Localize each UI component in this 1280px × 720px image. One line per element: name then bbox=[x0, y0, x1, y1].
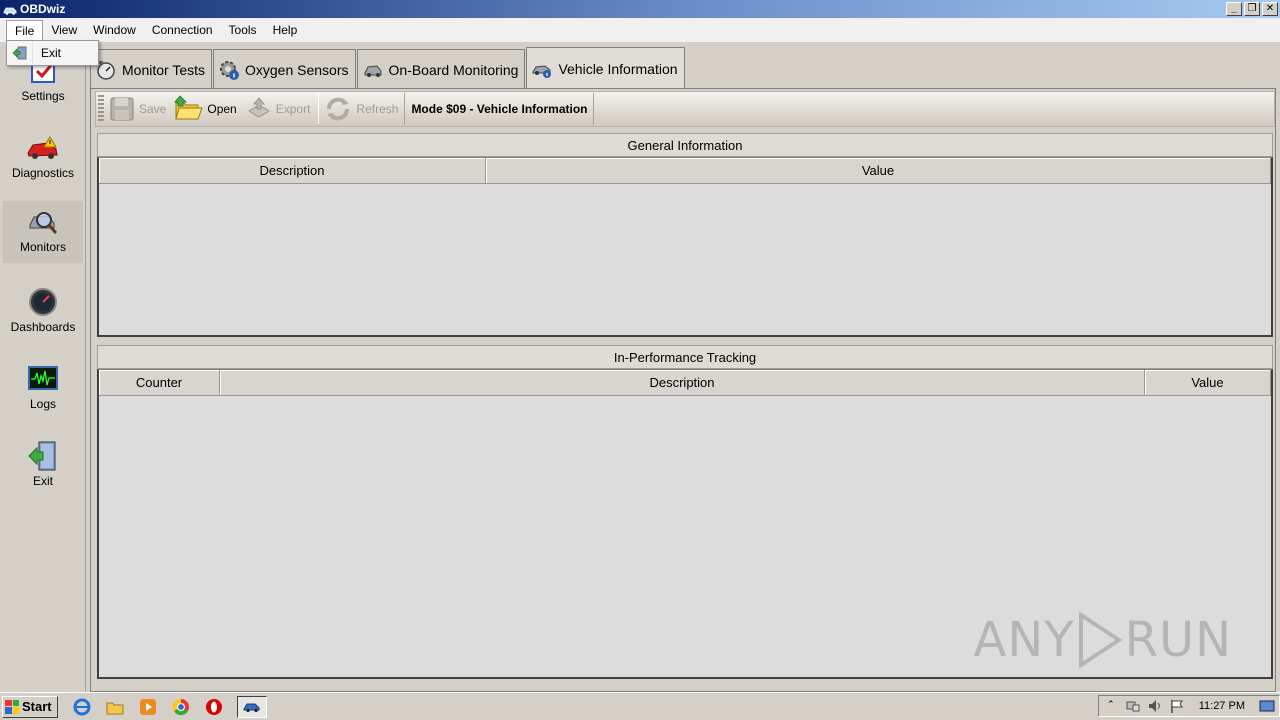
title-bar: OBDwiz _ ❐ ✕ bbox=[0, 0, 1280, 18]
tab-label-oxygen-sensors: Oxygen Sensors bbox=[245, 61, 349, 78]
anyrun-watermark: ANY RUN bbox=[974, 610, 1232, 670]
nav-label-diagnostics: Diagnostics bbox=[11, 166, 75, 180]
nav-label-exit: Exit bbox=[32, 474, 53, 488]
windows-flag-icon bbox=[5, 699, 19, 714]
main-content: Monitor Tests Oxygen Sensors On-Board Mo… bbox=[88, 42, 1280, 692]
toolbar: Save Open Export Refresh Mode $09 - Vehi… bbox=[95, 91, 1275, 127]
toolbar-grip[interactable] bbox=[98, 95, 104, 123]
nav-label-dashboards: Dashboards bbox=[10, 320, 76, 334]
refresh-icon bbox=[327, 97, 350, 121]
car-info-icon bbox=[532, 64, 552, 78]
tab-label-monitor-tests: Monitor Tests bbox=[122, 61, 205, 78]
restore-button[interactable]: ❐ bbox=[1244, 2, 1260, 16]
folder-open-icon bbox=[174, 95, 204, 120]
menu-connection[interactable]: Connection bbox=[144, 20, 221, 40]
show-hidden-icons-icon[interactable]: ˆ bbox=[1103, 698, 1119, 714]
system-tray: ˆ 11:27 PM bbox=[1097, 695, 1280, 717]
export-button[interactable]: Export bbox=[243, 93, 317, 125]
minimize-button[interactable]: _ bbox=[1226, 2, 1242, 16]
media-player-icon[interactable] bbox=[138, 697, 158, 717]
close-button[interactable]: ✕ bbox=[1262, 2, 1278, 16]
waveform-icon bbox=[28, 366, 58, 390]
open-button[interactable]: Open bbox=[172, 93, 242, 125]
clock[interactable]: 11:27 PM bbox=[1191, 700, 1253, 712]
tab-monitor-tests[interactable]: Monitor Tests bbox=[90, 49, 212, 89]
start-label: Start bbox=[22, 699, 52, 714]
column-header-description[interactable]: Description bbox=[99, 158, 486, 183]
column-header-value[interactable]: Value bbox=[486, 158, 1271, 183]
general-information-grid[interactable]: Description Value bbox=[97, 157, 1273, 337]
car-app-icon bbox=[3, 4, 17, 15]
menu-bar: File View Window Connection Tools Help bbox=[0, 18, 1280, 42]
exit-door-icon bbox=[28, 441, 56, 471]
column-header-counter[interactable]: Counter bbox=[99, 370, 220, 395]
column-header-description[interactable]: Description bbox=[220, 370, 1145, 395]
left-navigation: Settings Diagnostics Monitors Dashboards… bbox=[0, 42, 86, 692]
car-app-icon bbox=[243, 703, 260, 712]
file-dropdown-menu: Exit bbox=[6, 40, 99, 66]
play-triangle-icon bbox=[1078, 611, 1123, 669]
engine-icon bbox=[364, 64, 381, 77]
refresh-label: Refresh bbox=[356, 102, 399, 116]
nav-logs[interactable]: Logs bbox=[3, 358, 83, 420]
watermark-text-left: ANY bbox=[973, 612, 1075, 668]
save-label: Save bbox=[139, 102, 167, 116]
gear-info-icon bbox=[220, 60, 239, 80]
export-label: Export bbox=[275, 102, 311, 116]
nav-label-monitors: Monitors bbox=[19, 240, 66, 254]
chrome-icon[interactable] bbox=[171, 697, 191, 717]
tab-on-board-monitoring[interactable]: On-Board Monitoring bbox=[356, 49, 526, 89]
nav-label-logs: Logs bbox=[29, 397, 57, 411]
car-warning-icon bbox=[27, 136, 58, 159]
magnifier-car-icon bbox=[29, 212, 58, 234]
action-center-flag-icon[interactable] bbox=[1169, 698, 1185, 714]
menu-file[interactable]: File bbox=[6, 20, 44, 40]
mode-label: Mode $09 - Vehicle Information bbox=[404, 93, 595, 125]
menu-help[interactable]: Help bbox=[265, 20, 306, 40]
column-header-value[interactable]: Value bbox=[1145, 370, 1271, 395]
export-icon bbox=[247, 97, 270, 118]
network-icon[interactable] bbox=[1125, 698, 1141, 714]
volume-icon[interactable] bbox=[1147, 698, 1163, 714]
watermark-text-right: RUN bbox=[1124, 612, 1232, 668]
internet-explorer-icon[interactable] bbox=[72, 697, 92, 717]
menu-tools[interactable]: Tools bbox=[221, 20, 265, 40]
nav-dashboards[interactable]: Dashboards bbox=[3, 281, 83, 343]
floppy-disk-icon bbox=[110, 97, 134, 121]
toolbar-separator bbox=[318, 94, 320, 124]
show-desktop-icon[interactable] bbox=[1259, 698, 1275, 714]
menu-window[interactable]: Window bbox=[85, 20, 144, 40]
nav-exit[interactable]: Exit bbox=[3, 435, 83, 497]
in-performance-tracking-header: In-Performance Tracking bbox=[97, 345, 1273, 369]
exit-menu-icon bbox=[7, 41, 33, 65]
tab-panel-vehicle-information: Save Open Export Refresh Mode $09 - Vehi… bbox=[90, 88, 1276, 692]
gauge-icon bbox=[29, 288, 57, 316]
general-information-section: General Information Description Value bbox=[97, 133, 1273, 337]
tab-vehicle-information[interactable]: Vehicle Information bbox=[526, 47, 685, 89]
start-button[interactable]: Start bbox=[2, 695, 58, 718]
nav-label-settings: Settings bbox=[21, 89, 65, 103]
nav-diagnostics[interactable]: Diagnostics bbox=[3, 127, 83, 189]
tab-strip: Monitor Tests Oxygen Sensors On-Board Mo… bbox=[90, 47, 686, 89]
folder-icon[interactable] bbox=[105, 697, 125, 717]
in-performance-tracking-grid-header: Counter Description Value bbox=[99, 370, 1271, 396]
tab-label-on-board-monitoring: On-Board Monitoring bbox=[388, 61, 519, 78]
quick-launch bbox=[72, 695, 267, 718]
general-information-grid-header: Description Value bbox=[99, 158, 1271, 184]
refresh-button[interactable]: Refresh bbox=[321, 93, 404, 125]
obdwiz-taskbar-button[interactable] bbox=[236, 695, 267, 718]
general-information-header: General Information bbox=[97, 133, 1273, 157]
open-label: Open bbox=[207, 102, 237, 116]
menu-view[interactable]: View bbox=[43, 20, 85, 40]
window-title: OBDwiz bbox=[20, 2, 66, 16]
menu-item-exit[interactable]: Exit bbox=[33, 46, 61, 60]
nav-monitors[interactable]: Monitors bbox=[3, 201, 83, 263]
tab-oxygen-sensors[interactable]: Oxygen Sensors bbox=[213, 49, 356, 89]
tab-label-vehicle-information: Vehicle Information bbox=[558, 60, 678, 77]
save-button[interactable]: Save bbox=[106, 93, 172, 125]
opera-icon[interactable] bbox=[204, 697, 224, 717]
taskbar: Start ˆ 11:27 PM bbox=[0, 692, 1280, 720]
